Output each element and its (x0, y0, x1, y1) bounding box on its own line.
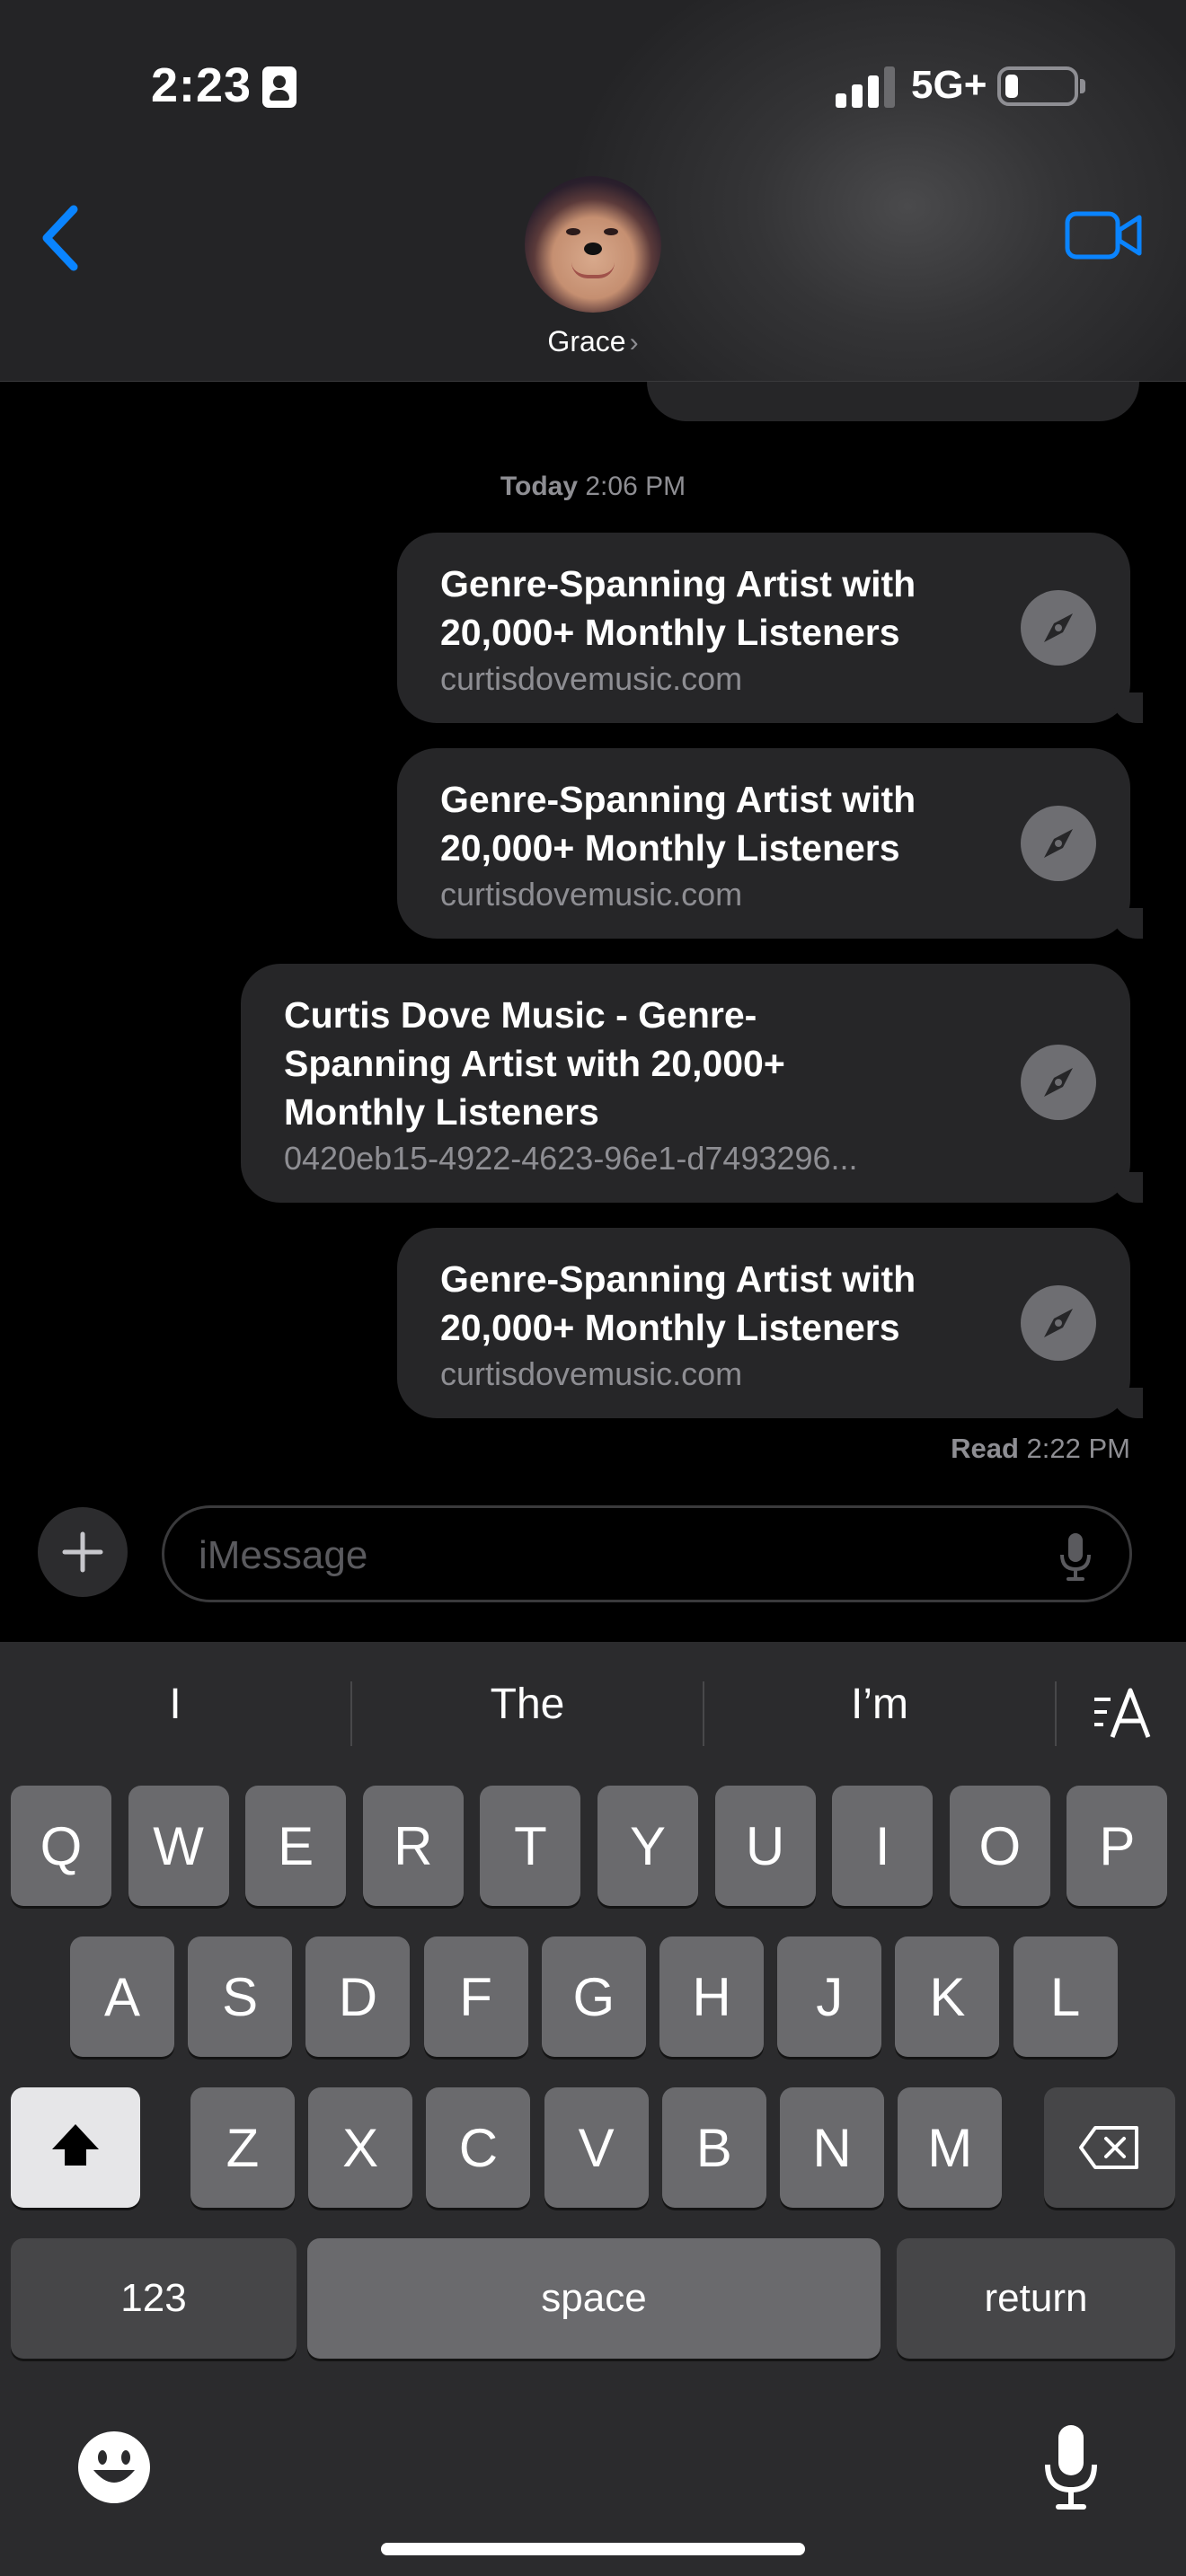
link-preview-bubble[interactable]: Genre-Spanning Artist with 20,000+ Month… (397, 1228, 1143, 1418)
link-title: Genre-Spanning Artist with 20,000+ Month… (440, 563, 916, 653)
dictation-microphone-icon[interactable] (1042, 2422, 1100, 2511)
delete-backspace-icon (1079, 2126, 1138, 2169)
avatar-eye (604, 228, 618, 235)
key-s[interactable]: S (188, 1936, 293, 2057)
status-time: 2:23 (151, 58, 252, 112)
space-key[interactable]: space (307, 2238, 881, 2359)
key-b[interactable]: B (661, 2087, 766, 2208)
avatar-detail (571, 262, 615, 278)
key-f[interactable]: F (423, 1936, 528, 2057)
contact-avatar[interactable] (525, 176, 661, 313)
cellular-signal-icon (836, 66, 895, 108)
read-receipt: Read 2:22 PM (0, 1433, 1130, 1465)
shift-key[interactable] (11, 2087, 140, 2208)
status-bar: 2:23 5G+ (0, 0, 1186, 171)
avatar-detail (584, 243, 602, 255)
shift-icon (52, 2124, 99, 2166)
key-r[interactable]: R (362, 1786, 464, 1906)
back-button[interactable] (36, 202, 99, 274)
key-a[interactable]: A (70, 1936, 174, 2057)
compass-icon (1021, 590, 1096, 666)
link-domain: 0420eb15-4922-4623-96e1-d7493296... (284, 1140, 858, 1177)
contact-card-icon (262, 66, 296, 108)
contact-name-button[interactable]: Grace › (0, 325, 1186, 358)
input-placeholder: iMessage (199, 1533, 368, 1577)
link-preview-bubble[interactable]: Curtis Dove Music - Genre-Spanning Artis… (241, 964, 1143, 1203)
chevron-left-icon (42, 205, 78, 271)
key-c[interactable]: C (426, 2087, 531, 2208)
return-key[interactable]: return (897, 2238, 1175, 2359)
imessage-input[interactable]: iMessage (162, 1505, 1132, 1602)
read-time: 2:22 PM (1026, 1433, 1130, 1464)
divider (1055, 1681, 1057, 1746)
battery-level (1005, 75, 1018, 98)
key-w[interactable]: W (128, 1786, 229, 1906)
key-k[interactable]: K (895, 1936, 1000, 2057)
read-label: Read (951, 1433, 1019, 1464)
message-list[interactable]: Today 2:06 PM Genre-Spanning Artist with… (0, 346, 1186, 1478)
conversation-header: 2:23 5G+ Grace › (0, 0, 1186, 382)
chevron-right-icon: › (629, 328, 639, 357)
key-j[interactable]: J (777, 1936, 882, 2057)
compass-icon (1021, 1045, 1096, 1120)
link-domain: curtisdovemusic.com (440, 660, 743, 697)
key-u[interactable]: U (714, 1786, 816, 1906)
link-title: Genre-Spanning Artist with 20,000+ Month… (440, 1258, 916, 1348)
key-v[interactable]: V (544, 2087, 649, 2208)
suggestion-1[interactable]: I (0, 1680, 350, 1729)
home-indicator[interactable] (381, 2543, 805, 2555)
contact-name: Grace (547, 325, 626, 357)
key-d[interactable]: D (305, 1936, 411, 2057)
suggestion-3[interactable]: I’m (704, 1680, 1055, 1729)
battery-cap (1080, 79, 1085, 93)
key-z[interactable]: Z (190, 2087, 295, 2208)
video-camera-icon (1065, 211, 1142, 260)
key-m[interactable]: M (898, 2087, 1003, 2208)
facetime-video-button[interactable] (1064, 207, 1145, 264)
keyboard: I The I’m QWERTYUIOP ASDFGHJKL ZXCVBNM 1… (0, 1642, 1186, 2576)
network-type: 5G+ (911, 63, 987, 107)
key-n[interactable]: N (780, 2087, 884, 2208)
suggestion-2[interactable]: The (352, 1680, 703, 1729)
text-format-icon[interactable] (1091, 1681, 1154, 1744)
predictive-bar: I The I’m (0, 1642, 1186, 1786)
link-domain: curtisdovemusic.com (440, 1355, 743, 1392)
battery-icon (997, 66, 1078, 106)
link-domain: curtisdovemusic.com (440, 876, 743, 913)
link-title: Curtis Dove Music - Genre-Spanning Artis… (284, 994, 785, 1133)
key-o[interactable]: O (949, 1786, 1050, 1906)
key-x[interactable]: X (308, 2087, 413, 2208)
key-h[interactable]: H (659, 1936, 764, 2057)
message-timestamp: Today 2:06 PM (0, 472, 1186, 502)
key-l[interactable]: L (1013, 1936, 1118, 2057)
link-preview-bubble[interactable]: Genre-Spanning Artist with 20,000+ Month… (397, 533, 1143, 723)
key-i[interactable]: I (832, 1786, 934, 1906)
numbers-key[interactable]: 123 (11, 2238, 296, 2359)
key-p[interactable]: P (1067, 1786, 1168, 1906)
plus-icon (62, 1531, 103, 1573)
delete-key[interactable] (1044, 2087, 1175, 2208)
emoji-icon[interactable] (75, 2429, 153, 2506)
key-t[interactable]: T (480, 1786, 581, 1906)
link-title: Genre-Spanning Artist with 20,000+ Month… (440, 779, 916, 869)
compass-icon (1021, 1285, 1096, 1361)
microphone-icon[interactable] (1058, 1531, 1093, 1582)
key-g[interactable]: G (541, 1936, 646, 2057)
timestamp-time: 2:06 PM (585, 472, 686, 501)
apps-plus-button[interactable] (38, 1507, 128, 1597)
key-y[interactable]: Y (597, 1786, 698, 1906)
compass-icon (1021, 806, 1096, 881)
avatar-eye (566, 228, 580, 235)
key-q[interactable]: Q (11, 1786, 111, 1906)
link-preview-bubble[interactable]: Genre-Spanning Artist with 20,000+ Month… (397, 748, 1143, 939)
timestamp-day: Today (500, 472, 579, 501)
key-e[interactable]: E (245, 1786, 347, 1906)
